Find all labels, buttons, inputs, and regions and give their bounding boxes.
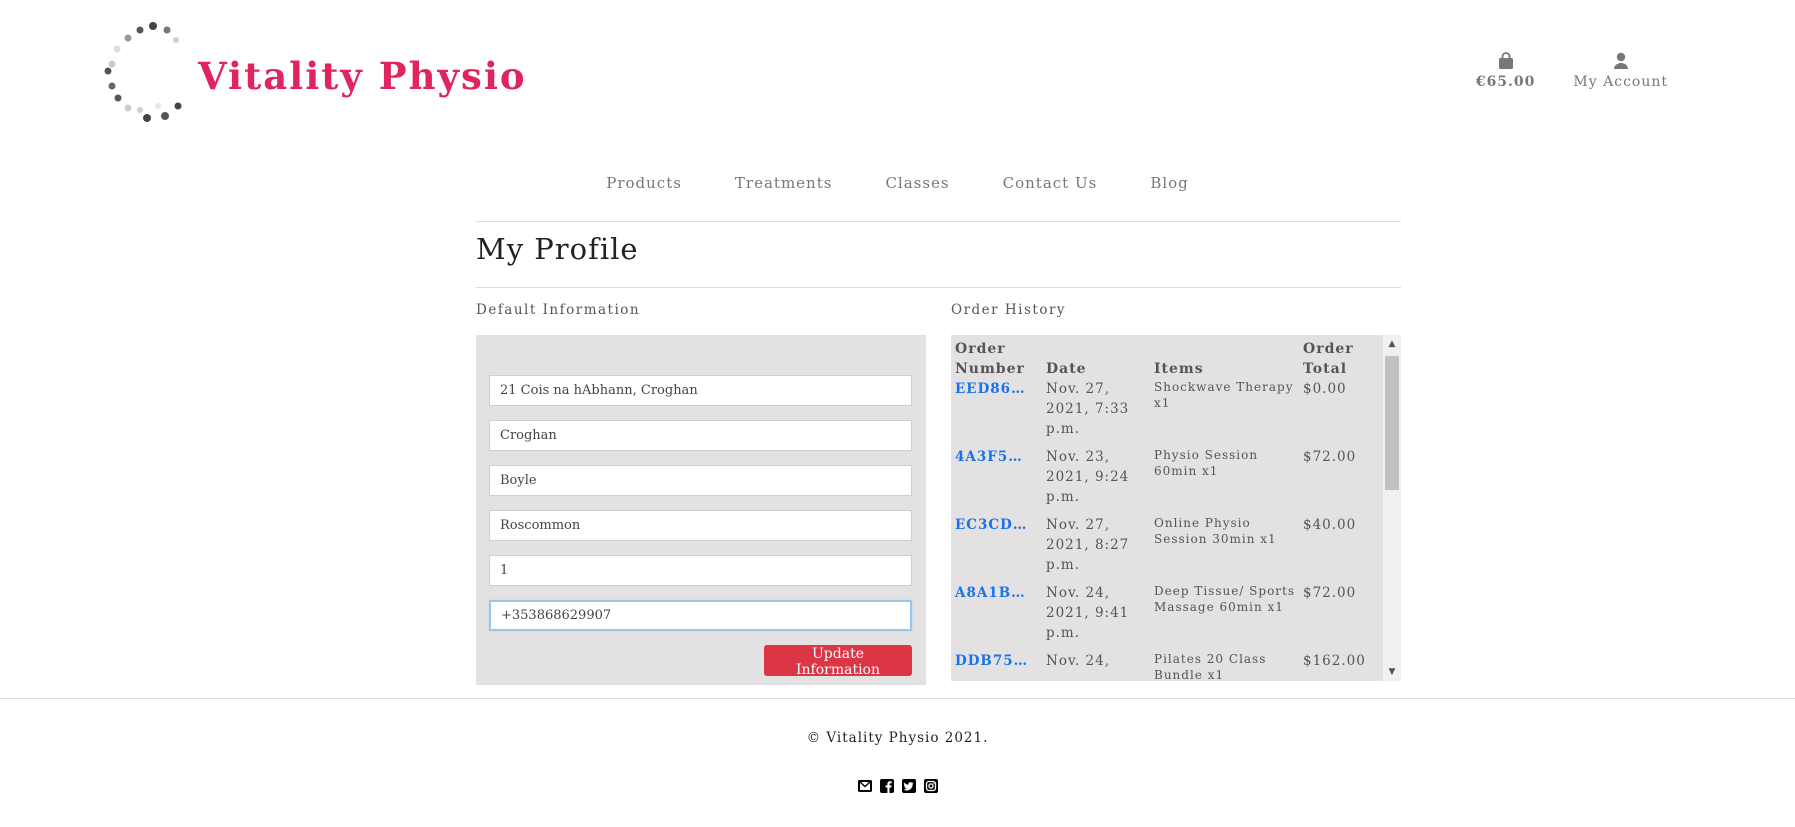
shopping-bag-button[interactable]: €65.00 xyxy=(1476,52,1536,90)
order-history-table: Order Number Date Items Order Total EED8… xyxy=(951,335,1383,681)
header-order-number: Order Number xyxy=(955,341,1025,377)
order-history-panel[interactable]: Order Number Date Items Order Total EED8… xyxy=(951,335,1401,681)
scroll-up-arrow-icon[interactable]: ▲ xyxy=(1383,335,1401,353)
order-items: Pilates 20 Class Bundle x1 xyxy=(1154,652,1267,681)
order-history-heading: Order History xyxy=(951,302,1067,318)
brand-logo[interactable]: Vitality Physio xyxy=(100,18,525,128)
order-items: Shockwave Therapy x1 xyxy=(1154,380,1294,410)
order-number-link[interactable]: DDB75… xyxy=(951,651,1042,681)
order-number-link[interactable]: A8A1B… xyxy=(951,583,1042,651)
header-order-total: Order Total xyxy=(1303,341,1354,377)
street-address-2-input[interactable] xyxy=(489,420,912,451)
copyright-text: © Vitality Physio 2021. xyxy=(806,730,989,746)
order-date: Nov. 23, 2021, 9:24 p.m. xyxy=(1046,449,1130,505)
header-items: Items xyxy=(1154,361,1204,377)
default-info-heading: Default Information xyxy=(476,302,641,318)
brand-name: Vitality Physio xyxy=(198,54,527,98)
phone-number-input[interactable] xyxy=(489,600,912,631)
order-total: $0.00 xyxy=(1303,381,1347,397)
order-items: Physio Session 60min x1 xyxy=(1154,448,1259,478)
order-date: Nov. 24, xyxy=(1046,653,1111,669)
table-row: EED86… Nov. 27, 2021, 7:33 p.m. Shockwav… xyxy=(951,379,1383,447)
order-number-link[interactable]: EC3CD… xyxy=(951,515,1042,583)
order-history-scrollbar[interactable]: ▲ ▼ xyxy=(1383,335,1401,681)
update-information-button[interactable]: Update Information xyxy=(764,645,912,678)
twitter-icon[interactable] xyxy=(901,778,917,794)
table-row: DDB75… Nov. 24, Pilates 20 Class Bundle … xyxy=(951,651,1383,681)
order-total: $72.00 xyxy=(1303,449,1357,465)
divider xyxy=(476,221,1401,222)
table-row: EC3CD… Nov. 27, 2021, 8:27 p.m. Online P… xyxy=(951,515,1383,583)
main-nav: Products Treatments Classes Contact Us B… xyxy=(0,174,1795,192)
my-account-label: My Account xyxy=(1573,74,1668,90)
order-date: Nov. 24, 2021, 9:41 p.m. xyxy=(1046,585,1130,641)
order-total: $40.00 xyxy=(1303,517,1357,533)
scroll-thumb[interactable] xyxy=(1385,356,1399,490)
header-date: Date xyxy=(1046,361,1087,377)
instagram-icon[interactable] xyxy=(923,778,939,794)
county-input[interactable] xyxy=(489,510,912,541)
default-info-form: Update Information xyxy=(476,335,926,685)
social-links xyxy=(0,778,1795,794)
nav-blog[interactable]: Blog xyxy=(1150,174,1188,192)
order-items: Online Physio Session 30min x1 xyxy=(1154,516,1277,546)
nav-products[interactable]: Products xyxy=(606,174,682,192)
footer-divider xyxy=(0,698,1795,699)
table-row: 4A3F5… Nov. 23, 2021, 9:24 p.m. Physio S… xyxy=(951,447,1383,515)
facebook-icon[interactable] xyxy=(879,778,895,794)
nav-contact-us[interactable]: Contact Us xyxy=(1003,174,1098,192)
postcode-input[interactable] xyxy=(489,555,912,586)
street-address-input[interactable] xyxy=(489,375,912,406)
divider xyxy=(476,287,1401,288)
order-date: Nov. 27, 2021, 8:27 p.m. xyxy=(1046,517,1130,573)
nav-classes[interactable]: Classes xyxy=(885,174,949,192)
town-city-input[interactable] xyxy=(489,465,912,496)
bag-total: €65.00 xyxy=(1475,74,1536,90)
order-number-link[interactable]: 4A3F5… xyxy=(951,447,1042,515)
envelope-icon[interactable] xyxy=(857,778,873,794)
page-title: My Profile xyxy=(476,232,639,266)
scroll-down-arrow-icon[interactable]: ▼ xyxy=(1383,663,1401,681)
my-account-button[interactable]: My Account xyxy=(1573,52,1668,90)
logo-dots-icon xyxy=(104,22,182,122)
order-number-link[interactable]: EED86… xyxy=(951,379,1042,447)
order-total: $162.00 xyxy=(1303,653,1366,669)
user-icon xyxy=(1613,52,1628,69)
order-date: Nov. 27, 2021, 7:33 p.m. xyxy=(1046,381,1130,437)
table-row: A8A1B… Nov. 24, 2021, 9:41 p.m. Deep Tis… xyxy=(951,583,1383,651)
nav-treatments[interactable]: Treatments xyxy=(735,174,833,192)
order-items: Deep Tissue/ Sports Massage 60min x1 xyxy=(1154,584,1296,614)
shopping-bag-icon xyxy=(1498,52,1513,69)
order-total: $72.00 xyxy=(1303,585,1357,601)
